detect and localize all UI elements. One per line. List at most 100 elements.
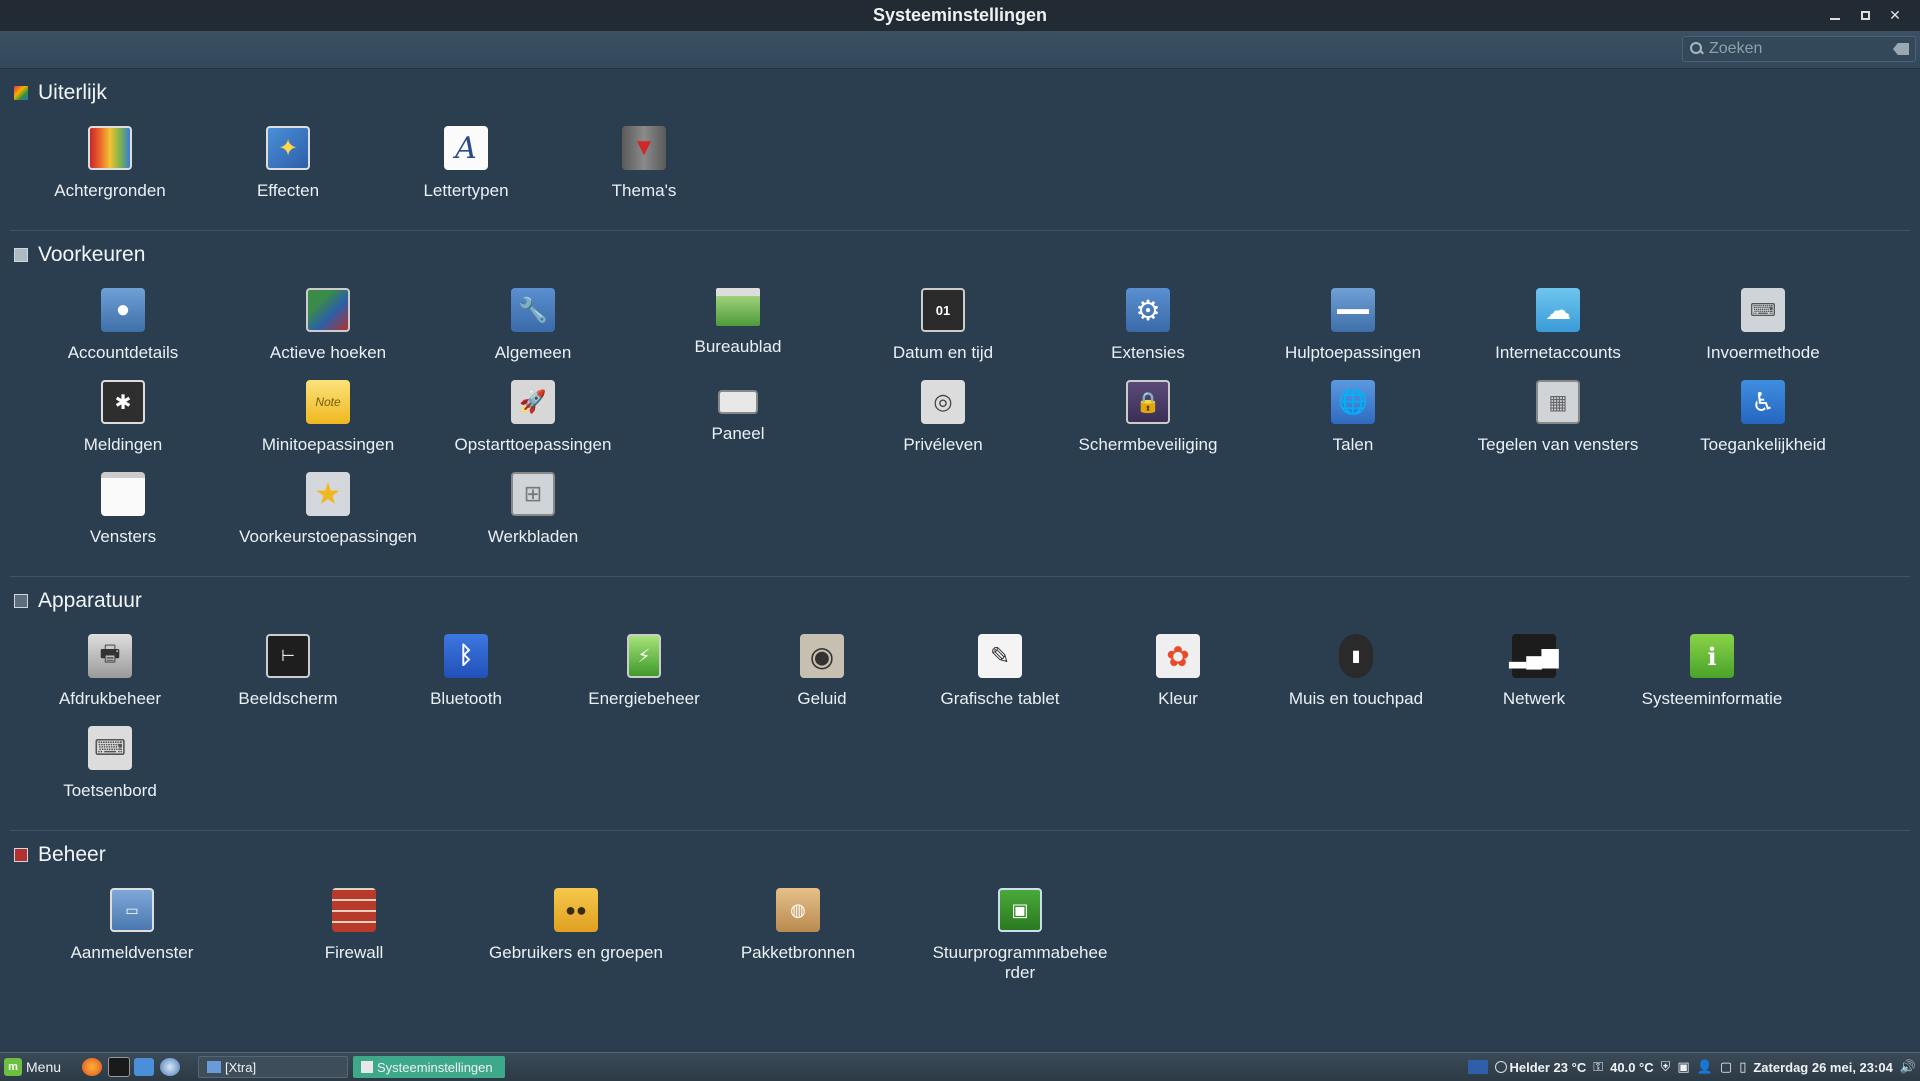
section-administration: Beheer ▭ Aanmeldvenster Firewall ●● Gebr… bbox=[10, 840, 1910, 1020]
task-systeeminstellingen[interactable]: Systeeminstellingen bbox=[353, 1056, 505, 1078]
search-icon bbox=[1689, 41, 1705, 57]
firefox-launcher[interactable] bbox=[82, 1053, 102, 1081]
star-icon: ★ bbox=[306, 472, 350, 516]
settings-item-bureaublad[interactable]: Bureaublad bbox=[638, 288, 838, 378]
volume-icon[interactable]: 🔊 bbox=[1900, 1059, 1916, 1075]
network-icon: ▂▄▆ bbox=[1509, 634, 1559, 678]
battery-icon[interactable]: ▯ bbox=[1739, 1059, 1746, 1075]
search-input[interactable] bbox=[1705, 39, 1893, 59]
speaker-icon: ◉ bbox=[800, 634, 844, 678]
settings-item-datum-en-tijd[interactable]: 01 Datum en tijd bbox=[843, 288, 1043, 378]
settings-item-werkbladen[interactable]: ⊞ Werkbladen bbox=[433, 472, 633, 562]
settings-item-opstarttoepassingen[interactable]: 🚀 Opstarttoepassingen bbox=[433, 380, 633, 470]
settings-item-muis-en-touchpad[interactable]: ▮ Muis en touchpad bbox=[1256, 634, 1456, 724]
section-hardware: Apparatuur 🖶 Afdrukbeheer ⊢ Beeldscherm … bbox=[10, 586, 1910, 800]
tablet-icon: ✎ bbox=[978, 634, 1022, 678]
settings-item-hulptoepassingen[interactable]: ▬▬ Hulptoepassingen bbox=[1253, 288, 1453, 378]
terminal-icon bbox=[108, 1057, 130, 1077]
keyboard-icon: ⌨ bbox=[88, 726, 132, 770]
firefox-icon bbox=[82, 1058, 102, 1076]
section-divider bbox=[10, 230, 1910, 231]
temperature-label[interactable]: 40.0 °C bbox=[1610, 1060, 1654, 1075]
settings-item-minitoepassingen[interactable]: Note Minitoepassingen bbox=[228, 380, 428, 470]
settings-item-internetaccounts[interactable]: ☁ Internetaccounts bbox=[1458, 288, 1658, 378]
settings-item-actieve-hoeken[interactable]: Actieve hoeken bbox=[228, 288, 428, 378]
settings-item-priveleven[interactable]: ◎ Privéleven bbox=[843, 380, 1043, 470]
mail-icon bbox=[160, 1058, 180, 1076]
settings-item-schermbeveiliging[interactable]: 🔒 Schermbeveiliging bbox=[1048, 380, 1248, 470]
removable-drive-icon[interactable]: ▢ bbox=[1720, 1059, 1732, 1075]
settings-item-lettertypen[interactable]: A Lettertypen bbox=[366, 126, 566, 216]
login-window-icon: ▭ bbox=[110, 888, 154, 932]
settings-item-talen[interactable]: 🌐 Talen bbox=[1253, 380, 1453, 470]
accessibility-icon: ♿ bbox=[1741, 380, 1785, 424]
clear-search-icon[interactable] bbox=[1893, 43, 1909, 55]
key-icon: ⚿ bbox=[1593, 1059, 1604, 1074]
thunderbird-launcher[interactable] bbox=[160, 1053, 180, 1081]
settings-item-gebruikers-en-groepen[interactable]: ●● Gebruikers en groepen bbox=[476, 888, 676, 978]
update-icon[interactable]: ▣ bbox=[1677, 1059, 1689, 1075]
settings-item-toegankelijkheid[interactable]: ♿ Toegankelijkheid bbox=[1663, 380, 1863, 470]
taskbar: m Menu [Xtra] Systeeminstellingen Helder… bbox=[0, 1052, 1920, 1081]
files-launcher[interactable] bbox=[134, 1053, 154, 1081]
settings-item-pakketbronnen[interactable]: ◍ Pakketbronnen bbox=[698, 888, 898, 978]
settings-item-afdrukbeheer[interactable]: 🖶 Afdrukbeheer bbox=[10, 634, 210, 724]
settings-item-algemeen[interactable]: 🔧 Algemeen bbox=[433, 288, 633, 378]
settings-item-kleur[interactable]: ✿ Kleur bbox=[1078, 634, 1278, 724]
settings-item-toetsenbord[interactable]: ⌨ Toetsenbord bbox=[10, 726, 210, 816]
window-titlebar: Systeeminstellingen ✕ bbox=[0, 0, 1920, 31]
settings-item-achtergronden[interactable]: Achtergronden bbox=[10, 126, 210, 216]
applets-icon: ▬▬ bbox=[1331, 288, 1375, 332]
preferences-section-icon bbox=[14, 248, 28, 262]
settings-item-geluid[interactable]: ◉ Geluid bbox=[722, 634, 922, 724]
settings-item-beeldscherm[interactable]: ⊢ Beeldscherm bbox=[188, 634, 388, 724]
lock-icon: 🔒 bbox=[1126, 380, 1170, 424]
settings-item-vensters[interactable]: Vensters bbox=[23, 472, 223, 562]
settings-item-stuurprogrammabeheerder[interactable]: ▣ Stuurprogrammabeheerder bbox=[920, 888, 1120, 982]
weather-label[interactable]: Helder 23 °C bbox=[1509, 1060, 1586, 1075]
search-box[interactable] bbox=[1682, 36, 1916, 62]
settings-item-themas[interactable]: ▼ Thema's bbox=[544, 126, 744, 216]
settings-item-paneel[interactable]: Paneel bbox=[638, 380, 838, 470]
appearance-section-icon bbox=[14, 86, 28, 100]
settings-item-extensies[interactable]: ⚙ Extensies bbox=[1048, 288, 1248, 378]
settings-content: Uiterlijk Achtergronden ✦ Effecten A Let… bbox=[0, 68, 1920, 1052]
task-xtra[interactable]: [Xtra] bbox=[198, 1056, 348, 1078]
section-preferences: Voorkeuren ● Accountdetails Actieve hoek… bbox=[10, 240, 1910, 546]
maximize-icon bbox=[1860, 11, 1870, 20]
settings-item-netwerk[interactable]: ▂▄▆ Netwerk bbox=[1434, 634, 1634, 724]
settings-item-meldingen[interactable]: ✱ Meldingen bbox=[23, 380, 223, 470]
shield-icon[interactable]: ⛨ bbox=[1661, 1059, 1671, 1075]
section-appearance: Uiterlijk Achtergronden ✦ Effecten A Let… bbox=[10, 78, 1910, 228]
close-button[interactable]: ✕ bbox=[1880, 0, 1910, 31]
settings-item-energiebeheer[interactable]: ⚡ Energiebeheer bbox=[544, 634, 744, 724]
calendar-icon: 01 bbox=[921, 288, 965, 332]
settings-item-systeeminformatie[interactable]: i Systeeminformatie bbox=[1612, 634, 1812, 724]
terminal-launcher[interactable] bbox=[108, 1053, 130, 1081]
folder-icon bbox=[207, 1061, 221, 1073]
backgrounds-icon bbox=[88, 126, 132, 170]
package-icon: ◍ bbox=[776, 888, 820, 932]
input-method-icon: ⌨ bbox=[1741, 288, 1785, 332]
header-bar bbox=[0, 31, 1920, 69]
user-icon[interactable]: 👤 bbox=[1697, 1059, 1713, 1075]
privacy-icon: ◎ bbox=[921, 380, 965, 424]
cloud-icon: ☁ bbox=[1536, 288, 1580, 332]
maximize-button[interactable] bbox=[1850, 0, 1880, 31]
settings-item-grafische-tablet[interactable]: ✎ Grafische tablet bbox=[900, 634, 1100, 724]
users-icon: ●● bbox=[554, 888, 598, 932]
settings-item-voorkeurstoepassingen[interactable]: ★ Voorkeurstoepassingen bbox=[228, 472, 428, 562]
clock-label[interactable]: Zaterdag 26 mei, 23:04 bbox=[1753, 1060, 1892, 1075]
effects-icon: ✦ bbox=[266, 126, 310, 170]
settings-item-bluetooth[interactable]: ᛒ Bluetooth bbox=[366, 634, 566, 724]
settings-item-effecten[interactable]: ✦ Effecten bbox=[188, 126, 388, 216]
settings-item-accountdetails[interactable]: ● Accountdetails bbox=[23, 288, 223, 378]
minimize-button[interactable] bbox=[1820, 0, 1850, 31]
settings-item-aanmeldvenster[interactable]: ▭ Aanmeldvenster bbox=[32, 888, 232, 978]
settings-item-invoermethode[interactable]: ⌨ Invoermethode bbox=[1663, 288, 1863, 378]
settings-item-firewall[interactable]: Firewall bbox=[254, 888, 454, 978]
fonts-icon: A bbox=[444, 126, 488, 170]
workspace-switcher-icon[interactable] bbox=[1468, 1060, 1489, 1074]
settings-item-tegelen-van-vensters[interactable]: ▦ Tegelen van vensters bbox=[1458, 380, 1658, 470]
menu-button[interactable]: m Menu bbox=[4, 1053, 61, 1081]
